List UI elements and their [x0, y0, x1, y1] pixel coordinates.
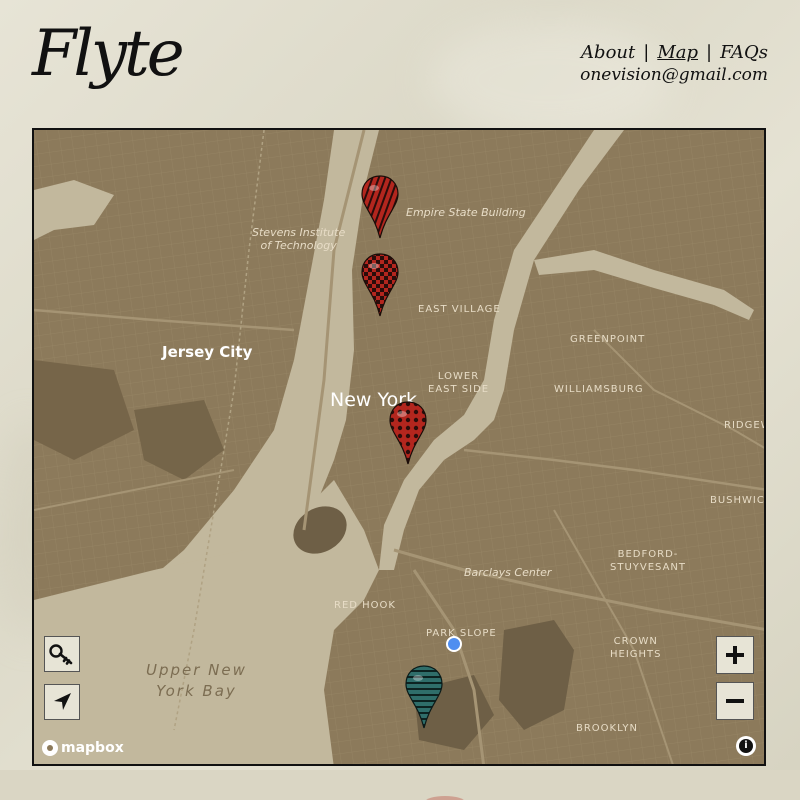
info-button[interactable]: i [736, 736, 756, 756]
poi-label-empire-state: Empire State Building [406, 206, 526, 219]
area-label-greenpoint: GREENPOINT [570, 334, 646, 345]
nav-link-map[interactable]: Map [657, 42, 698, 63]
mapbox-logo-text: mapbox [61, 740, 124, 756]
area-label-williamsburg: WILLIAMSBURG [554, 384, 644, 395]
marker-lower-manhattan[interactable] [388, 400, 428, 466]
area-label-ridgewood: RIDGEW [724, 420, 764, 431]
water-label-upper-bay: Upper New York Bay [146, 661, 247, 700]
plus-icon [726, 646, 744, 664]
bottom-paper-edge [0, 770, 800, 800]
top-nav: About | Map | FAQs onevision@gmail.com [580, 42, 768, 85]
zoom-in-button[interactable] [716, 636, 754, 674]
contact-email[interactable]: onevision@gmail.com [580, 65, 768, 85]
minus-icon [726, 699, 744, 703]
area-label-east-village: EAST VILLAGE [418, 304, 501, 315]
nav-separator: | [706, 42, 713, 63]
locate-button[interactable] [44, 684, 80, 720]
navigation-arrow-icon [54, 693, 71, 710]
city-label-jersey-city: Jersey City [162, 343, 253, 361]
map-view[interactable]: Empire State Building Stevens Institute … [32, 128, 766, 766]
legend-key-button[interactable] [44, 636, 80, 672]
site-logo[interactable]: Flyte [32, 22, 185, 86]
area-label-red-hook: RED HOOK [334, 600, 396, 611]
mapbox-logo[interactable]: mapbox [42, 740, 124, 756]
marker-union-square[interactable] [360, 252, 400, 318]
area-label-park-slope: PARK SLOPE [426, 628, 497, 639]
nav-link-about[interactable]: About [581, 42, 635, 63]
info-icon: i [739, 739, 753, 753]
area-label-brooklyn: BROOKLYN [576, 723, 638, 734]
nav-links: About | Map | FAQs [580, 42, 768, 63]
area-label-bushwick: BUSHWICK [710, 495, 765, 506]
nav-separator: | [643, 42, 650, 63]
area-label-bedford-stuyvesant: BEDFORD- STUYVESANT [610, 549, 687, 573]
nav-link-faqs[interactable]: FAQs [720, 42, 768, 63]
marker-park-slope[interactable] [404, 664, 444, 730]
poi-label-stevens: Stevens Institute of Technology [252, 226, 346, 252]
zoom-out-button[interactable] [716, 682, 754, 720]
user-location-dot[interactable] [446, 636, 462, 652]
area-label-crown-heights: CROWN HEIGHTS [610, 636, 662, 660]
key-icon [49, 644, 73, 665]
mapbox-logo-icon [42, 740, 58, 756]
area-label-lower-east-side: LOWER EAST SIDE [428, 371, 490, 395]
poi-label-barclays: Barclays Center [464, 566, 552, 579]
marker-midtown[interactable] [360, 174, 400, 240]
